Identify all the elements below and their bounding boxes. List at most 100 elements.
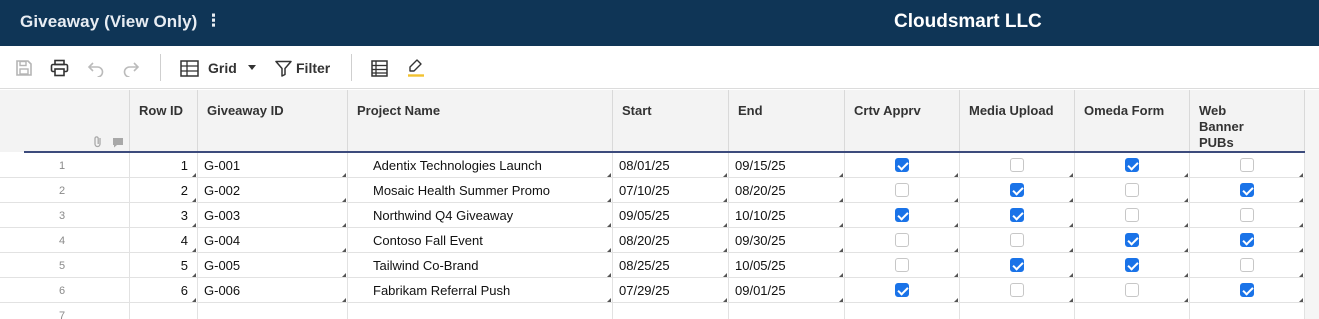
table-row[interactable]: 3 3 G-003 Northwind Q4 Giveaway 09/05/25 10/1… xyxy=(0,203,1305,228)
cell-end[interactable]: 10/05/25 xyxy=(729,253,845,278)
checkbox-checked[interactable] xyxy=(1009,183,1024,197)
cell-web-banner-pubs[interactable] xyxy=(1190,178,1305,203)
cell-crtv-apprv[interactable] xyxy=(845,203,960,228)
table-row[interactable]: 5 5 G-005 Tailwind Co-Brand 08/25/25 10/05/25 xyxy=(0,253,1305,278)
cell-media-upload[interactable] xyxy=(960,228,1075,253)
row-number[interactable]: 6 xyxy=(24,278,130,303)
checkbox-checked[interactable] xyxy=(1009,208,1024,222)
checkbox-checked[interactable] xyxy=(1239,283,1254,297)
cell-crtv-apprv[interactable] xyxy=(845,228,960,253)
cell-media-upload[interactable] xyxy=(960,253,1075,278)
cell-crtv-apprv[interactable] xyxy=(845,253,960,278)
cell-crtv-apprv[interactable] xyxy=(845,303,960,319)
table-row[interactable]: 6 6 G-006 Fabrikam Referral Push 07/29/25 09/… xyxy=(0,278,1305,303)
cell-project-name[interactable]: Adentix Technologies Launch xyxy=(348,153,613,178)
cell-end[interactable]: 10/10/25 xyxy=(729,203,845,228)
cell-media-upload[interactable] xyxy=(960,203,1075,228)
cell-web-banner-pubs[interactable] xyxy=(1190,303,1305,319)
cell-project-name[interactable] xyxy=(348,303,613,319)
checkbox-unchecked[interactable] xyxy=(1124,208,1139,222)
cell-omeda-form[interactable] xyxy=(1075,228,1190,253)
checkbox-unchecked[interactable] xyxy=(1009,158,1024,172)
cell-end[interactable]: 09/01/25 xyxy=(729,278,845,303)
column-header-web-banner-pubs[interactable]: Web Banner PUBs xyxy=(1190,90,1305,152)
grid-view-button[interactable]: Grid xyxy=(180,57,256,79)
cell-project-name[interactable]: Mosaic Health Summer Promo xyxy=(348,178,613,203)
cell-giveaway-id[interactable]: G-006 xyxy=(198,278,348,303)
cell-row-id[interactable]: 6 xyxy=(130,278,198,303)
cell-start[interactable] xyxy=(613,303,729,319)
checkbox-unchecked[interactable] xyxy=(894,183,909,197)
checkbox-unchecked[interactable] xyxy=(1239,258,1254,272)
cell-giveaway-id[interactable]: G-005 xyxy=(198,253,348,278)
column-header-end[interactable]: End xyxy=(729,90,845,152)
cell-web-banner-pubs[interactable] xyxy=(1190,228,1305,253)
cell-giveaway-id[interactable]: G-001 xyxy=(198,153,348,178)
undo-icon[interactable] xyxy=(87,57,105,79)
checkbox-checked[interactable] xyxy=(1124,158,1139,172)
cell-start[interactable]: 08/01/25 xyxy=(613,153,729,178)
checkbox-unchecked[interactable] xyxy=(1124,183,1139,197)
cell-row-id[interactable]: 3 xyxy=(130,203,198,228)
row-number[interactable]: 4 xyxy=(24,228,130,253)
cell-web-banner-pubs[interactable] xyxy=(1190,153,1305,178)
cell-media-upload[interactable] xyxy=(960,303,1075,319)
cell-row-id[interactable]: 4 xyxy=(130,228,198,253)
highlight-changes-icon[interactable] xyxy=(407,57,425,79)
save-icon[interactable] xyxy=(15,57,33,79)
cell-giveaway-id[interactable]: G-003 xyxy=(198,203,348,228)
cell-start[interactable]: 08/20/25 xyxy=(613,228,729,253)
cell-end[interactable]: 08/20/25 xyxy=(729,178,845,203)
column-header-row-id[interactable]: Row ID xyxy=(130,90,198,152)
table-row[interactable]: 2 2 G-002 Mosaic Health Summer Promo 07/10/2… xyxy=(0,178,1305,203)
cell-web-banner-pubs[interactable] xyxy=(1190,203,1305,228)
checkbox-checked[interactable] xyxy=(1239,183,1254,197)
checkbox-unchecked[interactable] xyxy=(1239,158,1254,172)
row-number[interactable]: 5 xyxy=(24,253,130,278)
cell-omeda-form[interactable] xyxy=(1075,203,1190,228)
checkbox-unchecked[interactable] xyxy=(894,258,909,272)
cell-web-banner-pubs[interactable] xyxy=(1190,253,1305,278)
cell-start[interactable]: 07/10/25 xyxy=(613,178,729,203)
row-number[interactable]: 7 xyxy=(24,303,130,319)
column-header-start[interactable]: Start xyxy=(613,90,729,152)
checkbox-unchecked[interactable] xyxy=(1239,208,1254,222)
checkbox-checked[interactable] xyxy=(894,158,909,172)
cell-omeda-form[interactable] xyxy=(1075,253,1190,278)
redo-icon[interactable] xyxy=(122,57,140,79)
row-number[interactable]: 1 xyxy=(24,153,130,178)
cell-row-id[interactable]: 5 xyxy=(130,253,198,278)
cell-omeda-form[interactable] xyxy=(1075,303,1190,319)
cell-end[interactable]: 09/15/25 xyxy=(729,153,845,178)
column-header-crtv-apprv[interactable]: Crtv Apprv xyxy=(845,90,960,152)
cell-project-name[interactable]: Northwind Q4 Giveaway xyxy=(348,203,613,228)
cell-row-id[interactable] xyxy=(130,303,198,319)
cell-project-name[interactable]: Contoso Fall Event xyxy=(348,228,613,253)
row-formatting-icon[interactable] xyxy=(371,57,388,79)
checkbox-checked[interactable] xyxy=(1124,258,1139,272)
cell-media-upload[interactable] xyxy=(960,153,1075,178)
cell-end[interactable]: 09/30/25 xyxy=(729,228,845,253)
column-header-media-upload[interactable]: Media Upload xyxy=(960,90,1075,152)
cell-media-upload[interactable] xyxy=(960,178,1075,203)
cell-crtv-apprv[interactable] xyxy=(845,278,960,303)
cell-giveaway-id[interactable]: G-004 xyxy=(198,228,348,253)
cell-giveaway-id[interactable]: G-002 xyxy=(198,178,348,203)
table-row[interactable]: 4 4 G-004 Contoso Fall Event 08/20/25 09/30/2… xyxy=(0,228,1305,253)
checkbox-checked[interactable] xyxy=(1239,233,1254,247)
cell-crtv-apprv[interactable] xyxy=(845,178,960,203)
row-number[interactable]: 2 xyxy=(24,178,130,203)
checkbox-checked[interactable] xyxy=(1009,258,1024,272)
table-row[interactable]: 7 xyxy=(0,303,1305,319)
cell-start[interactable]: 07/29/25 xyxy=(613,278,729,303)
cell-giveaway-id[interactable] xyxy=(198,303,348,319)
cell-web-banner-pubs[interactable] xyxy=(1190,278,1305,303)
cell-crtv-apprv[interactable] xyxy=(845,153,960,178)
checkbox-checked[interactable] xyxy=(894,283,909,297)
checkbox-checked[interactable] xyxy=(1124,233,1139,247)
cell-start[interactable]: 08/25/25 xyxy=(613,253,729,278)
checkbox-unchecked[interactable] xyxy=(1009,283,1024,297)
checkbox-unchecked[interactable] xyxy=(894,233,909,247)
cell-start[interactable]: 09/05/25 xyxy=(613,203,729,228)
sheet-menu-icon[interactable]: ⋮ xyxy=(205,11,222,31)
